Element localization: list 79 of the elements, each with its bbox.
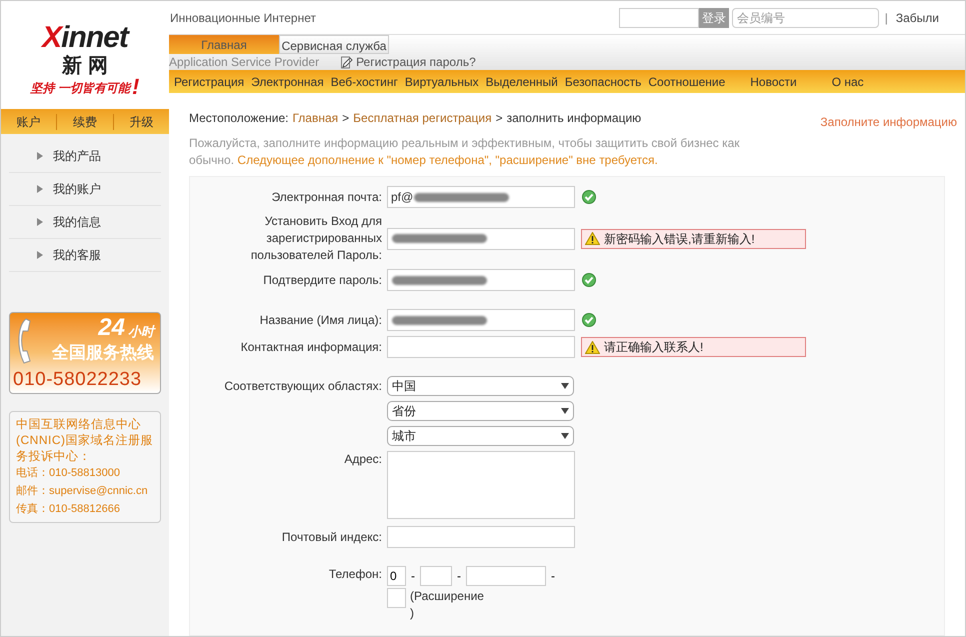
warning-icon — [585, 340, 600, 354]
field-label: Соответствующих областях: — [224, 378, 382, 392]
input-field[interactable] — [387, 228, 575, 250]
nav-link[interactable]: Новости — [750, 72, 797, 91]
dropdown-arrow-icon — [561, 383, 569, 389]
hotline-hours-unit: 小时 — [128, 322, 154, 340]
field-label: Почтовый индекс: — [282, 530, 382, 544]
breadcrumb-separator: > — [496, 110, 503, 127]
triangle-icon — [37, 251, 43, 259]
nav-link[interactable]: Виртуальных — [404, 72, 479, 91]
phone-field[interactable] — [466, 566, 546, 586]
site-tagline: Инновационные Интернет — [170, 10, 316, 27]
logo: Xinnet 新 网 坚持 一切皆有可能! — [1, 1, 169, 109]
sidebar-item[interactable]: 我的产品 — [9, 140, 161, 173]
dropdown[interactable]: 城市 — [387, 426, 574, 446]
separator: | — [884, 10, 888, 27]
password-link[interactable]: Регистрация пароль? — [356, 53, 476, 72]
address-field[interactable] — [387, 451, 575, 519]
input-field[interactable]: pf@ — [387, 186, 575, 208]
nav-link[interactable]: Веб-хостинг — [330, 72, 398, 91]
sidebar-tab[interactable]: 续费 — [57, 112, 113, 130]
member-number-field[interactable]: 会员编号 — [732, 8, 879, 28]
breadcrumb-separator: > — [342, 110, 350, 127]
input-field[interactable] — [387, 309, 575, 331]
phone-field[interactable] — [420, 566, 452, 586]
contact-line: 传真：010-58812666 — [16, 502, 121, 517]
contact-line: 电话：010-58813000 — [16, 466, 121, 481]
sidebar-item[interactable]: 我的信息 — [9, 206, 161, 239]
nav-link[interactable]: Безопасность — [564, 72, 642, 91]
field-label: Название (Имя лица): — [260, 312, 382, 326]
nav-link[interactable]: Выделенный — [486, 72, 558, 91]
dropdown[interactable]: 中国 — [387, 376, 574, 396]
dash: - — [457, 568, 461, 585]
sidebar-item[interactable]: 我的客服 — [9, 239, 161, 272]
hotline-title: 全国服务热线 — [52, 343, 154, 363]
warning-icon — [585, 232, 600, 245]
dropdown-arrow-icon — [561, 408, 569, 414]
field-label: Подтвердите пароль: — [263, 272, 382, 286]
sidebar-tab[interactable]: 升级 — [114, 112, 169, 130]
area-code-field[interactable]: 0 — [387, 566, 406, 586]
field-label: Электронная почта: — [272, 190, 382, 204]
pencil-icon — [341, 56, 354, 69]
triangle-icon — [37, 185, 43, 193]
triangle-icon — [37, 218, 43, 226]
field-label: Телефон: — [328, 567, 382, 581]
field-label: Контактная информация: — [240, 340, 382, 354]
nav-tab[interactable]: Сервисная служба — [279, 35, 389, 54]
breadcrumb-label: Местоположение: — [189, 110, 288, 127]
field-label: Установить Вход для зарегистрированных пользователей Пароль: — [250, 214, 382, 262]
hotline-number: 010-58022233 — [13, 369, 142, 391]
complaint-title: 中国互联网络信息中心(CNNIC)国家域名注册服务投诉中心： — [16, 416, 154, 464]
input-field[interactable] — [387, 269, 575, 291]
dropdown-arrow-icon — [561, 433, 569, 439]
field-label: Адрес: — [344, 452, 382, 466]
notice-text: Пожалуйста, заполните информацию реальным и эффективным, чтобы защитить свой бизнес как обычно. Следующее дополнение к "номер телефона", "расширение" вне требуется. — [189, 135, 741, 169]
sidebar-item[interactable]: 我的账户 — [9, 173, 161, 206]
nav-link[interactable]: Электронная — [251, 72, 324, 91]
contact-line: 邮件：supervise@cnnic.cn — [16, 484, 149, 499]
hotline-hours: 24 — [98, 315, 125, 341]
breadcrumb-link[interactable]: Главная — [292, 109, 338, 127]
error-message: 新密码输入错误,请重新输入! — [581, 228, 806, 248]
forgot-link[interactable]: Забыли — [896, 8, 939, 27]
breadcrumb-link[interactable]: Бесплатная регистрация — [353, 109, 492, 127]
extension-field[interactable] — [387, 588, 406, 608]
dash: - — [411, 568, 415, 585]
nav-link[interactable]: Соотношение — [648, 72, 726, 91]
sidebar-tab[interactable]: 账户 — [1, 112, 56, 130]
nav-link[interactable]: Регистрация — [174, 72, 244, 91]
triangle-icon — [37, 152, 43, 160]
input-field[interactable] — [387, 336, 575, 358]
dash: - — [551, 568, 555, 585]
extension-label: (Расширение ) — [410, 588, 485, 622]
site-subtitle: Application Service Provider — [169, 54, 320, 72]
login-field[interactable] — [618, 8, 699, 28]
error-message: 请正确输入联系人! — [581, 337, 806, 357]
nav-link[interactable]: О нас — [832, 72, 864, 91]
breadcrumb-current: заполнить информацию — [506, 110, 642, 127]
input-field[interactable] — [387, 526, 575, 548]
dropdown[interactable]: 省份 — [387, 401, 574, 421]
